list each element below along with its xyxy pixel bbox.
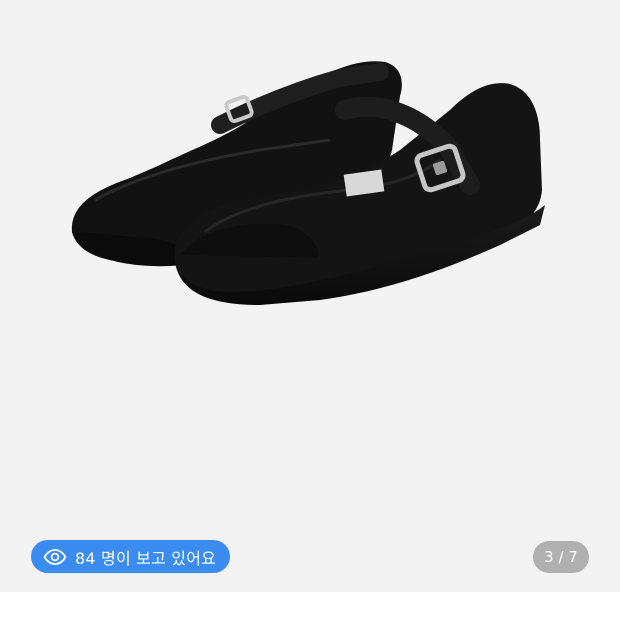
viewers-badge: 84 명이 보고 있어요 [31,540,231,573]
product-image-gallery[interactable]: 84 명이 보고 있어요 3 / 7 [0,0,620,592]
image-page-counter: 3 / 7 [533,541,589,573]
bottom-area [0,592,620,620]
eye-icon [43,548,67,565]
viewers-text: 84 명이 보고 있어요 [75,548,217,568]
product-image[interactable] [0,0,620,592]
